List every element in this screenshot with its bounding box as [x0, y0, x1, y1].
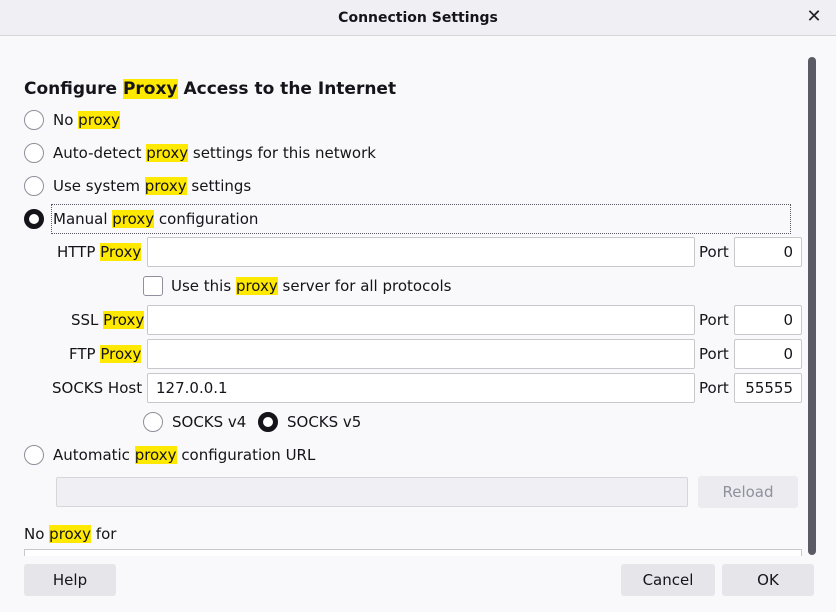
ftp-proxy-input[interactable]	[147, 339, 695, 369]
auto-detect-radio[interactable]	[24, 143, 44, 163]
ssl-proxy-label: SSL Proxy	[71, 311, 145, 329]
ftp-port-input[interactable]	[734, 339, 802, 369]
socks-port-label: Port	[699, 379, 729, 397]
cancel-button[interactable]: Cancel	[621, 564, 715, 596]
use-for-all-checkbox[interactable]	[143, 276, 163, 296]
scrollbar-thumb[interactable]	[808, 57, 816, 555]
socks-host-input[interactable]	[147, 373, 695, 403]
socks-v5-radio[interactable]	[258, 412, 278, 432]
reload-button[interactable]: Reload	[698, 476, 798, 508]
socks-v5-label[interactable]: SOCKS v5	[287, 411, 361, 433]
system-proxy-radio[interactable]	[24, 176, 44, 196]
no-proxy-for-label: No proxy for	[24, 525, 117, 543]
auto-url-radio[interactable]	[24, 445, 44, 465]
no-proxy-label[interactable]: No proxy	[53, 109, 121, 131]
http-port-label: Port	[699, 243, 729, 261]
help-button[interactable]: Help	[24, 564, 116, 596]
socks-v4-radio[interactable]	[143, 412, 163, 432]
manual-proxy-radio[interactable]	[24, 209, 44, 229]
window-title: Connection Settings	[338, 10, 498, 26]
use-for-all-label[interactable]: Use this proxy server for all protocols	[171, 275, 452, 297]
auto-url-input[interactable]	[56, 477, 688, 507]
socks-port-input[interactable]	[734, 373, 802, 403]
http-port-input[interactable]	[734, 237, 802, 267]
ftp-port-label: Port	[699, 345, 729, 363]
socks-host-label: SOCKS Host	[52, 379, 143, 397]
socks-v4-label[interactable]: SOCKS v4	[172, 411, 246, 433]
ssl-proxy-input[interactable]	[147, 305, 695, 335]
section-heading: Configure Proxy Access to the Internet	[24, 79, 397, 99]
ssl-port-input[interactable]	[734, 305, 802, 335]
no-proxy-radio[interactable]	[24, 110, 44, 130]
http-proxy-label: HTTP Proxy	[57, 243, 142, 261]
ssl-port-label: Port	[699, 311, 729, 329]
ok-button[interactable]: OK	[722, 564, 814, 596]
auto-url-label[interactable]: Automatic proxy configuration URL	[53, 444, 315, 466]
close-icon[interactable]: ✕	[806, 8, 822, 26]
ftp-proxy-label: FTP Proxy	[69, 345, 142, 363]
http-proxy-input[interactable]	[147, 237, 695, 267]
auto-detect-label[interactable]: Auto-detect proxy settings for this netw…	[53, 142, 376, 164]
system-proxy-label[interactable]: Use system proxy settings	[53, 175, 251, 197]
manual-proxy-label[interactable]: Manual proxy configuration	[53, 208, 258, 230]
